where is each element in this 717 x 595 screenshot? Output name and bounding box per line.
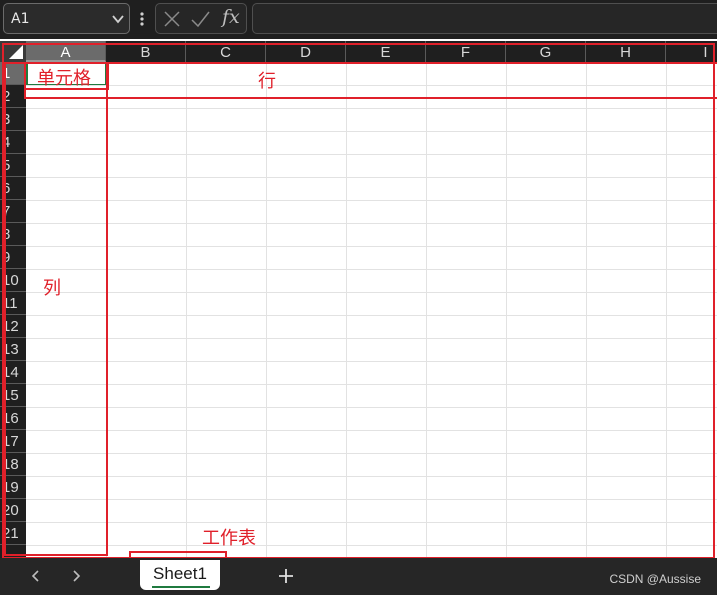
- formula-actions: fx: [155, 3, 247, 34]
- chevron-right-icon[interactable]: [68, 568, 84, 584]
- insert-function-icon[interactable]: fx: [222, 6, 240, 28]
- formula-input[interactable]: [252, 3, 717, 34]
- chevron-left-icon[interactable]: [28, 568, 44, 584]
- watermark: CSDN @Aussise: [609, 572, 701, 586]
- annotation-cell-label: 单元格: [37, 68, 91, 89]
- spreadsheet-app: A1 fx ABCDEFGHI 1 2 3 4 5 6 7 8 9 10 11 12 1: [0, 0, 717, 595]
- sheet-tab-active-indicator: [152, 586, 210, 588]
- plus-icon[interactable]: [277, 567, 295, 585]
- formula-bar: A1 fx: [0, 0, 717, 39]
- annotation-row-label: 行: [258, 71, 276, 92]
- annotation-column-label: 列: [43, 278, 61, 299]
- sheet-tab[interactable]: Sheet1: [140, 560, 220, 590]
- name-box-value: A1: [11, 11, 30, 27]
- annotation-worksheet-label: 工作表: [202, 528, 256, 549]
- annotation-worksheet-box: [2, 43, 715, 559]
- sheet-tab-label: Sheet1: [153, 564, 207, 583]
- check-icon[interactable]: [190, 9, 210, 29]
- close-icon[interactable]: [162, 9, 182, 29]
- chevron-down-icon[interactable]: [111, 12, 125, 26]
- sheet-tab-bar: Sheet1 CSDN @Aussise: [0, 558, 717, 595]
- vertical-dots-icon[interactable]: [137, 11, 147, 27]
- name-box[interactable]: A1: [3, 3, 130, 34]
